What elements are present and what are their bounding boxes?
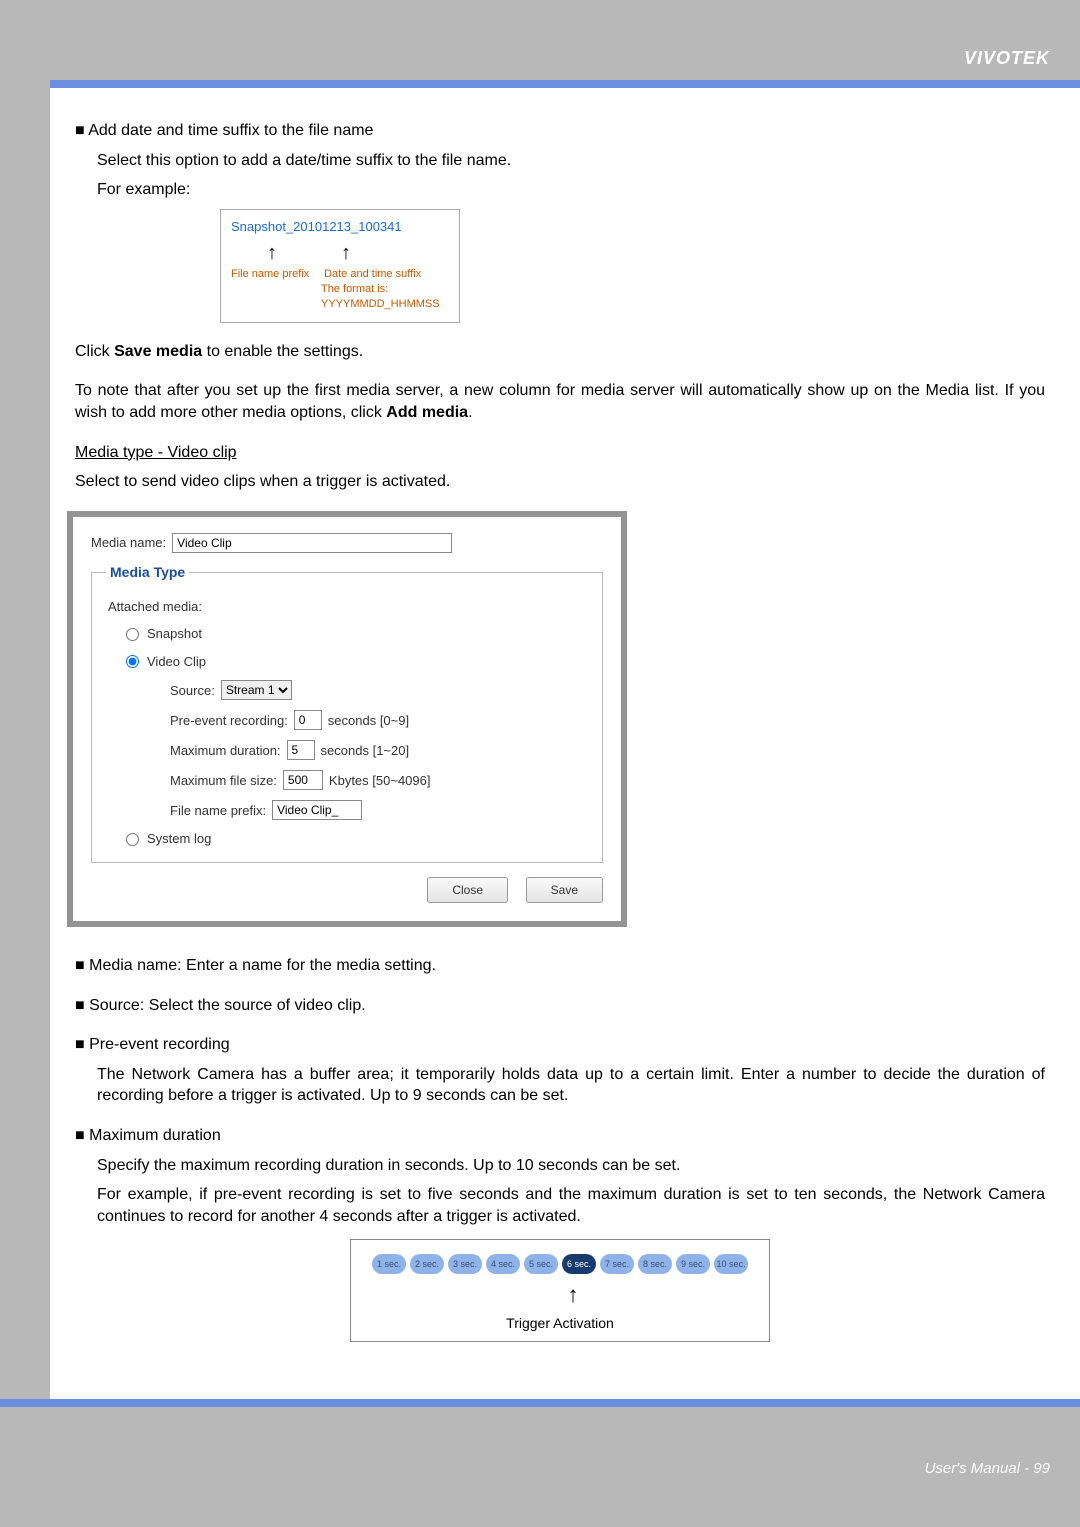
file-name-prefix-label: File name prefix: xyxy=(170,802,266,820)
max-file-size-input[interactable] xyxy=(283,770,323,790)
page-number: User's Manual - 99 xyxy=(925,1460,1050,1477)
text: to enable the settings. xyxy=(202,343,363,360)
file-name-prefix-input[interactable] xyxy=(272,800,362,820)
example-format-note: The format is: YYYYMMDD_HHMMSS xyxy=(321,282,449,312)
media-type-legend: Media Type xyxy=(106,563,189,582)
save-media-bold: Save media xyxy=(114,343,202,360)
trigger-diagram: 1 sec. 2 sec. 3 sec. 4 sec. 5 sec. 6 sec… xyxy=(350,1239,770,1342)
pre-event-label: Pre-event recording: xyxy=(170,712,288,730)
source-label: Source: xyxy=(170,682,215,700)
timeline-step-trigger: 6 sec. xyxy=(562,1254,596,1274)
bullet-max-duration-text1: Specify the maximum recording duration i… xyxy=(97,1155,1045,1177)
media-name-label: Media name: xyxy=(91,534,166,552)
page-content: ■ Add date and time suffix to the file n… xyxy=(75,120,1045,1342)
bullet-pre-event-heading: ■ Pre-event recording xyxy=(75,1034,1045,1056)
save-media-note: Click Save media to enable the settings. xyxy=(75,341,1045,363)
header-accent-bar xyxy=(0,80,1080,88)
video-clip-heading: Media type - Video clip xyxy=(75,442,1045,464)
filename-example-box: Snapshot_20101213_100341 ↑ ↑ File name p… xyxy=(220,209,460,323)
attached-media-label: Attached media: xyxy=(108,598,588,616)
radio-system-log-label: System log xyxy=(147,830,211,848)
media-server-note: To note that after you set up the first … xyxy=(75,380,1045,423)
page-left-margin xyxy=(0,0,50,1527)
text: To note that after you set up the first … xyxy=(75,382,1045,421)
media-name-input[interactable] xyxy=(172,533,452,553)
close-button[interactable]: Close xyxy=(427,877,508,903)
media-dialog: Media name: Media Type Attached media: S… xyxy=(67,511,627,927)
text: . xyxy=(468,404,472,421)
pre-event-unit: seconds [0~9] xyxy=(328,712,409,730)
arrow-up-icon: ↑ xyxy=(389,1280,757,1310)
arrow-up-icon: ↑ xyxy=(267,243,277,263)
trigger-timeline: 1 sec. 2 sec. 3 sec. 4 sec. 5 sec. 6 sec… xyxy=(363,1254,757,1274)
media-type-fieldset: Media Type Attached media: Snapshot Vide… xyxy=(91,563,603,863)
text: Click xyxy=(75,343,114,360)
source-select[interactable]: Stream 1 xyxy=(221,680,292,700)
radio-system-log[interactable] xyxy=(126,833,139,846)
timeline-step: 7 sec. xyxy=(600,1254,634,1274)
timeline-step: 4 sec. xyxy=(486,1254,520,1274)
page-header xyxy=(0,0,1080,80)
arrow-up-icon: ↑ xyxy=(341,243,351,263)
radio-snapshot-label: Snapshot xyxy=(147,625,202,643)
footer-accent-bar xyxy=(0,1399,1080,1407)
pre-event-input[interactable] xyxy=(294,710,322,730)
timeline-step: 9 sec. xyxy=(676,1254,710,1274)
max-duration-input[interactable] xyxy=(287,740,315,760)
example-filename: Snapshot_20101213_100341 xyxy=(231,218,449,236)
radio-snapshot[interactable] xyxy=(126,628,139,641)
bullet-media-name: ■ Media name: Enter a name for the media… xyxy=(75,955,1045,977)
add-media-bold: Add media xyxy=(386,404,468,421)
radio-video-clip[interactable] xyxy=(126,655,139,668)
max-duration-label: Maximum duration: xyxy=(170,742,281,760)
page-footer xyxy=(0,1407,1080,1527)
timeline-step: 10 sec. xyxy=(714,1254,748,1274)
trigger-caption: Trigger Activation xyxy=(363,1314,757,1333)
brand-logo: VIVOTEK xyxy=(964,48,1050,69)
bullet-max-duration-heading: ■ Maximum duration xyxy=(75,1125,1045,1147)
bullet-pre-event-text: The Network Camera has a buffer area; it… xyxy=(97,1064,1045,1107)
bullet-add-date-suffix: ■ Add date and time suffix to the file n… xyxy=(75,120,1045,142)
save-button[interactable]: Save xyxy=(526,877,603,903)
video-clip-options: Source: Stream 1 Pre-event recording: se… xyxy=(170,680,588,820)
bullet-max-duration-text2: For example, if pre-event recording is s… xyxy=(97,1184,1045,1227)
timeline-step: 5 sec. xyxy=(524,1254,558,1274)
timeline-step: 2 sec. xyxy=(410,1254,444,1274)
bullet-source: ■ Source: Select the source of video cli… xyxy=(75,995,1045,1017)
max-file-size-label: Maximum file size: xyxy=(170,772,277,790)
bullet-add-date-suffix-desc: Select this option to add a date/time su… xyxy=(97,150,1045,172)
max-file-size-unit: Kbytes [50~4096] xyxy=(329,772,431,790)
bullet-add-date-suffix-example-lead: For example: xyxy=(97,179,1045,201)
timeline-step: 3 sec. xyxy=(448,1254,482,1274)
timeline-step: 1 sec. xyxy=(372,1254,406,1274)
video-clip-sub: Select to send video clips when a trigge… xyxy=(75,471,1045,493)
max-duration-unit: seconds [1~20] xyxy=(321,742,410,760)
radio-video-clip-label: Video Clip xyxy=(147,653,206,671)
example-label-prefix: File name prefix xyxy=(231,267,321,282)
example-label-suffix: Date and time suffix xyxy=(324,267,421,282)
timeline-step: 8 sec. xyxy=(638,1254,672,1274)
